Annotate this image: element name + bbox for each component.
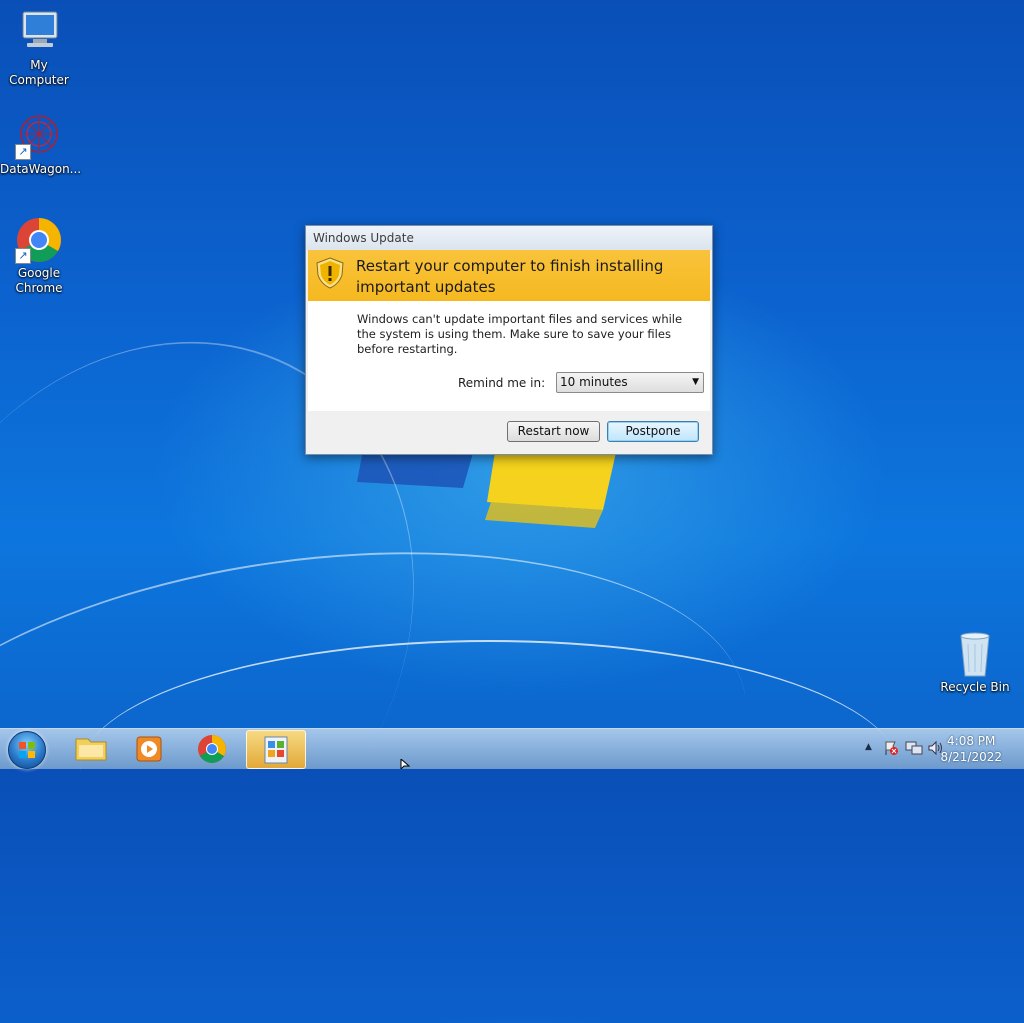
system-tray: ▲ 4:08 PM 8/21/2022 <box>839 729 1024 769</box>
action-center-flag-icon[interactable] <box>883 740 899 759</box>
desktop-icon-my-computer[interactable]: My Computer <box>0 8 78 88</box>
clock-date: 8/21/2022 <box>940 750 1002 764</box>
desktop-icon-google-chrome[interactable]: ↗ Google Chrome <box>0 216 78 296</box>
dialog-body: Windows can't update important files and… <box>308 301 710 411</box>
chrome-icon: ↗ <box>15 216 63 264</box>
warning-shield-icon <box>316 257 344 292</box>
taskbar-chrome-button[interactable] <box>183 730 241 767</box>
taskbar-media-player-button[interactable] <box>120 730 178 767</box>
network-icon[interactable] <box>905 740 923 759</box>
recycle-bin-icon <box>951 630 999 678</box>
dialog-banner: Restart your computer to finish installi… <box>308 250 710 301</box>
windows-update-dialog: Windows Update Restart your computer to … <box>305 225 713 455</box>
dialog-heading: Restart your computer to finish installi… <box>356 257 664 296</box>
media-player-icon <box>136 736 162 762</box>
taskbar: ▲ 4:08 PM 8/21/2022 <box>0 728 1024 769</box>
clock-time: 4:08 PM <box>947 734 996 748</box>
taskbar-windows-update-button[interactable] <box>246 730 306 769</box>
chevron-down-icon: ▼ <box>692 377 699 387</box>
folder-icon <box>75 738 107 761</box>
postpone-button[interactable]: Postpone <box>607 421 699 442</box>
desktop-icon-recycle-bin[interactable]: Recycle Bin <box>936 630 1014 695</box>
taskbar-clock[interactable]: 4:08 PM 8/21/2022 <box>940 733 1002 765</box>
restart-now-button[interactable]: Restart now <box>507 421 600 442</box>
taskbar-explorer-button[interactable] <box>62 730 120 767</box>
datawagon-icon: ↗ <box>15 112 63 160</box>
chrome-icon <box>198 735 226 763</box>
windows-logo-icon <box>19 742 35 758</box>
remind-interval-value: 10 minutes <box>560 375 628 389</box>
start-button[interactable] <box>8 731 46 769</box>
mouse-cursor-icon <box>400 757 412 772</box>
shortcut-arrow-icon: ↗ <box>15 248 31 264</box>
desktop-icon-datawagon[interactable]: ↗ DataWagon... <box>0 112 82 177</box>
windows-update-icon <box>264 736 288 764</box>
desktop-icon-label: Google Chrome <box>15 266 63 295</box>
dialog-message: Windows can't update important files and… <box>357 312 683 356</box>
dialog-title: Windows Update <box>306 226 712 250</box>
remind-interval-select[interactable]: 10 minutes ▼ <box>556 372 704 393</box>
computer-icon <box>15 8 63 56</box>
desktop-icon-label: DataWagon... <box>0 162 82 176</box>
desktop-icon-label: My Computer <box>9 58 69 87</box>
show-hidden-icons-icon[interactable]: ▲ <box>865 742 872 752</box>
desktop-icon-label: Recycle Bin <box>940 680 1010 694</box>
remind-me-label: Remind me in: <box>458 376 546 390</box>
shortcut-arrow-icon: ↗ <box>15 144 31 160</box>
